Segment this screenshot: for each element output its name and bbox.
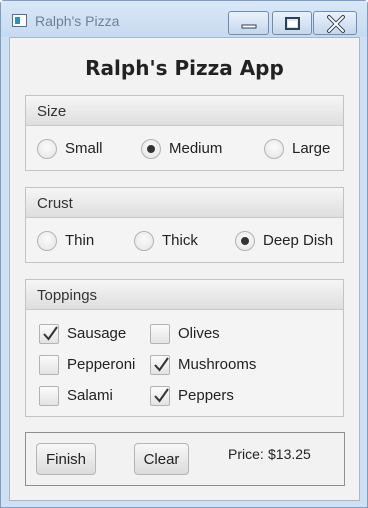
- size-group-header: Size: [26, 96, 343, 126]
- peppers-label: Peppers: [178, 387, 234, 404]
- sausage-label: Sausage: [67, 325, 127, 342]
- close-button[interactable]: [313, 11, 357, 35]
- pepperoni-checkbox[interactable]: [39, 355, 59, 375]
- olives-label: Olives: [178, 325, 220, 342]
- close-icon: [327, 15, 345, 33]
- order-footer: Finish Clear Price: $13.25: [25, 432, 345, 486]
- size-large-radio[interactable]: [264, 139, 284, 159]
- checkmark-icon: [154, 388, 169, 403]
- toppings-group-title: Toppings: [37, 287, 98, 304]
- size-small-label: Small: [65, 140, 103, 157]
- minimize-button[interactable]: [228, 11, 269, 35]
- toppings-group: Toppings Sausage Pepperoni Salami Olives: [25, 279, 344, 417]
- crust-deep-dish-radio[interactable]: [235, 231, 255, 251]
- crust-group: Crust Thin Thick Deep Dish: [25, 187, 344, 263]
- checkmark-icon: [154, 357, 169, 372]
- radio-selected-dot: [147, 145, 155, 153]
- crust-thick-radio[interactable]: [134, 231, 154, 251]
- app-window-icon: [12, 14, 27, 27]
- size-medium-label: Medium: [169, 140, 223, 157]
- size-group-title: Size: [37, 103, 67, 120]
- finish-button[interactable]: Finish: [36, 443, 96, 475]
- size-medium-radio[interactable]: [141, 139, 161, 159]
- clear-button[interactable]: Clear: [134, 443, 189, 475]
- price-label: Price:: [228, 446, 264, 462]
- salami-checkbox[interactable]: [39, 386, 59, 406]
- mushrooms-checkbox[interactable]: [150, 355, 170, 375]
- crust-group-header: Crust: [26, 188, 343, 218]
- window-title: Ralph's Pizza: [35, 13, 120, 29]
- app-title: Ralph's Pizza App: [85, 56, 284, 80]
- size-large-label: Large: [292, 140, 331, 157]
- crust-thick-label: Thick: [162, 232, 198, 249]
- radio-selected-dot: [241, 237, 249, 245]
- size-group: Size Small Medium Large: [25, 95, 344, 171]
- maximize-button[interactable]: [272, 11, 312, 35]
- toppings-group-header: Toppings: [26, 280, 343, 310]
- size-small-radio[interactable]: [37, 139, 57, 159]
- crust-thin-label: Thin: [65, 232, 95, 249]
- salami-label: Salami: [67, 387, 113, 404]
- maximize-icon: [285, 17, 300, 30]
- mushrooms-label: Mushrooms: [178, 356, 257, 373]
- crust-group-title: Crust: [37, 195, 73, 212]
- app-content: Ralph's Pizza App Size Small Medium Larg…: [9, 37, 360, 501]
- minimize-icon: [241, 24, 257, 29]
- crust-thin-radio[interactable]: [37, 231, 57, 251]
- peppers-checkbox[interactable]: [150, 386, 170, 406]
- crust-deep-dish-label: Deep Dish: [263, 232, 334, 249]
- price-value: $13.25: [268, 446, 311, 462]
- sausage-checkbox[interactable]: [39, 324, 59, 344]
- app-window: Ralph's Pizza Ralph's Pizza App Size Sma…: [0, 0, 368, 508]
- pepperoni-label: Pepperoni: [67, 356, 136, 373]
- checkmark-icon: [43, 326, 58, 341]
- title-bar[interactable]: Ralph's Pizza: [1, 1, 367, 37]
- olives-checkbox[interactable]: [150, 324, 170, 344]
